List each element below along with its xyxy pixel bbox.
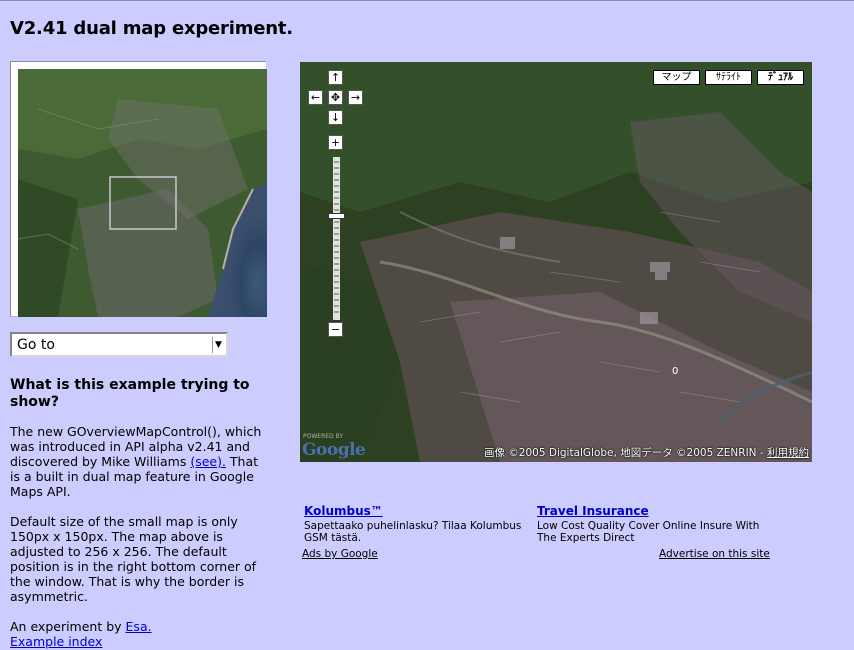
example-index-link[interactable]: Example index <box>10 634 102 649</box>
ad-text: Low Cost Quality Cover Online Insure Wit… <box>537 519 760 545</box>
copyright-text: 画像 ©2005 DigitalGlobe, 地図データ ©2005 ZENRI… <box>483 447 767 459</box>
zoom-in-button[interactable]: + <box>328 135 343 150</box>
map-type-satellite-button[interactable]: ｻﾃﾗｲﾄ <box>705 70 752 85</box>
pan-right-button[interactable]: → <box>348 90 363 105</box>
map-type-dual-button[interactable]: ﾃﾞｭｱﾙ <box>757 70 804 85</box>
overview-map[interactable] <box>18 69 267 317</box>
zoom-out-button[interactable]: − <box>328 322 343 337</box>
terms-link[interactable]: 利用規約 <box>767 447 809 459</box>
page-title: V2.41 dual map experiment. <box>10 18 293 39</box>
chevron-down-icon[interactable]: ▼ <box>212 337 224 353</box>
center-icon: ✥ <box>330 91 341 104</box>
ads-by-google-link[interactable]: Ads by Google <box>302 548 378 560</box>
pan-down-button[interactable]: ↓ <box>328 110 343 125</box>
goto-selected-value: Go to <box>17 337 55 353</box>
goto-select[interactable]: Go to ▼ <box>10 332 228 357</box>
pan-center-button[interactable]: ✥ <box>328 90 343 105</box>
article-paragraph-3: An experiment by Esa. Example index <box>10 619 266 649</box>
ad-title-link[interactable]: Travel Insurance <box>537 505 762 518</box>
author-link[interactable]: Esa. <box>126 619 152 634</box>
article: What is this example trying to show? The… <box>10 377 266 649</box>
ad-item: Kolumbus™ Sapettaako puhelinlasku? Tilaa… <box>304 505 529 545</box>
overview-map-frame <box>10 61 267 317</box>
minus-icon: − <box>330 323 341 336</box>
ad-text: Sapettaako puhelinlasku? Tilaa Kolumbus … <box>304 519 522 545</box>
advertise-link[interactable]: Advertise on this site <box>659 548 770 560</box>
powered-by-label: POWERED BY <box>303 433 344 440</box>
google-logo[interactable]: Google <box>302 440 366 460</box>
zoom-slider-thumb[interactable] <box>328 213 345 219</box>
see-link[interactable]: (see). <box>190 454 226 469</box>
arrow-up-icon: ↑ <box>330 71 341 84</box>
ad-title-link[interactable]: Kolumbus™ <box>304 505 529 518</box>
map-copyright: 画像 ©2005 DigitalGlobe, 地図データ ©2005 ZENRI… <box>484 445 809 460</box>
article-paragraph-1: The new GOverviewMapControl(), which was… <box>10 424 266 499</box>
article-paragraph-2: Default size of the small map is only 15… <box>10 514 257 604</box>
zoom-slider-track[interactable] <box>333 157 340 320</box>
satellite-imagery: 0 <box>300 62 812 462</box>
main-map[interactable]: 0 マップ ｻﾃﾗｲﾄ ﾃﾞｭｱﾙ ↑ ← ✥ → ↓ + − POWERED … <box>300 62 812 462</box>
arrow-down-icon: ↓ <box>330 111 341 124</box>
p3-text: An experiment by <box>10 619 126 634</box>
plus-icon: + <box>330 136 341 149</box>
map-marker-label: 0 <box>672 366 678 377</box>
article-heading: What is this example trying to show? <box>10 377 250 410</box>
pan-left-button[interactable]: ← <box>308 90 323 105</box>
arrow-right-icon: → <box>350 91 361 104</box>
pan-up-button[interactable]: ↑ <box>328 70 343 85</box>
arrow-left-icon: ← <box>310 91 321 104</box>
map-type-map-button[interactable]: マップ <box>653 70 700 85</box>
ad-item: Travel Insurance Low Cost Quality Cover … <box>537 505 762 545</box>
